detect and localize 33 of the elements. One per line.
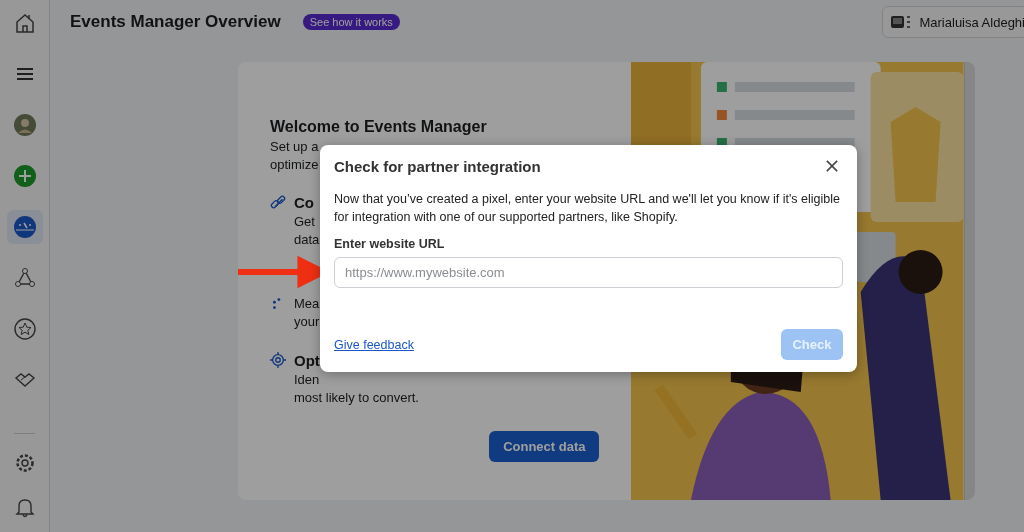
feedback-link[interactable]: Give feedback (334, 337, 414, 352)
field-label: Enter website URL (334, 237, 446, 251)
bell-icon[interactable] (13, 496, 36, 518)
feature-text: data (294, 231, 320, 249)
feature-text: most likely to convert. (294, 389, 419, 407)
dialog-description: Now that you’ve created a pixel, enter your website URL and we'll let you know if it's eligible for integration with one of our supported partners, like Shopify. (334, 191, 841, 226)
dialog-title: Check for partner integration (334, 157, 541, 175)
feature-text: your (294, 313, 320, 331)
feature-title: Opt (294, 351, 320, 371)
selected-nav-item[interactable] (6, 210, 43, 244)
account-icon (891, 15, 912, 29)
avatar-icon[interactable] (13, 114, 36, 136)
feature-text: Mea (294, 295, 320, 313)
feature-text: Get (294, 213, 315, 231)
plus-icon[interactable] (13, 165, 36, 187)
card-title: Welcome to Events Manager (270, 117, 487, 137)
nodes-icon[interactable] (13, 267, 36, 289)
target-icon (270, 352, 286, 368)
scrollbar[interactable] (964, 62, 975, 500)
feature-title: Co (294, 193, 314, 213)
settings-icon[interactable] (13, 452, 36, 474)
gauge-icon[interactable] (13, 216, 36, 238)
close-icon[interactable] (826, 160, 838, 172)
card-text: optimize (270, 156, 319, 174)
account-button[interactable]: Marialuisa Aldeghi (882, 6, 1024, 38)
how-it-works-link[interactable]: See how it works (302, 14, 400, 30)
link-icon (270, 194, 286, 210)
feature-text: Iden (294, 371, 320, 389)
card-text: Set up a (270, 138, 319, 156)
page-title: Events Manager Overview (70, 12, 281, 32)
home-icon[interactable] (13, 12, 36, 34)
connect-data-button[interactable]: Connect data (489, 431, 600, 462)
url-input-field[interactable]: https://www.mywebsite.com (334, 257, 843, 288)
